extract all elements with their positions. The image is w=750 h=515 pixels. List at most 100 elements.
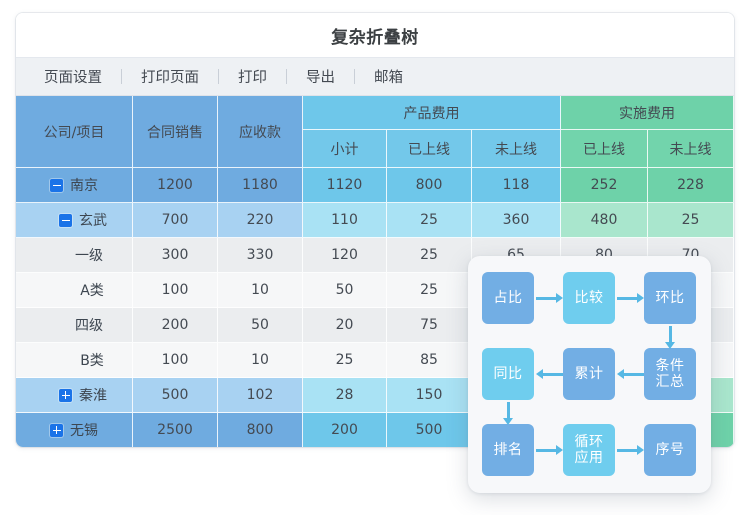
table-cell[interactable]: 102	[218, 378, 303, 413]
table-cell[interactable]: 75	[387, 308, 472, 343]
table-cell[interactable]: 25	[648, 203, 734, 238]
table-cell[interactable]: 300	[133, 238, 218, 273]
table-cell[interactable]: 50	[303, 273, 387, 308]
flow-node-tiaojian[interactable]: 条件 汇总	[644, 348, 696, 400]
table-cell[interactable]: 500	[387, 413, 472, 447]
flow-node-huanbi[interactable]: 环比	[644, 272, 696, 324]
flow-node-paiming[interactable]: 排名	[482, 424, 534, 476]
row-name-cell[interactable]: 玄武	[16, 203, 133, 238]
title-bar: 复杂折叠树	[16, 13, 734, 58]
table-cell[interactable]: 50	[218, 308, 303, 343]
table-cell[interactable]: 28	[303, 378, 387, 413]
row-name-label: A类	[80, 283, 104, 299]
row-name-label: 南京	[70, 178, 98, 194]
flow-node-xunhuan[interactable]: 循环 应用	[563, 424, 615, 476]
row-name-cell[interactable]: 四级	[16, 308, 133, 343]
col-header-online[interactable]: 已上线	[387, 130, 472, 168]
col-group-header-impl-cost[interactable]: 实施费用	[561, 96, 734, 130]
table-cell[interactable]: 500	[133, 378, 218, 413]
row-name-cell[interactable]: 秦淮	[16, 378, 133, 413]
table-cell[interactable]: 220	[218, 203, 303, 238]
toolbar-item-print-page[interactable]: 打印页面	[139, 66, 201, 87]
toolbar-item-page-setup[interactable]: 页面设置	[42, 66, 104, 87]
toolbar-item-print[interactable]: 打印	[236, 66, 269, 87]
toolbar-divider	[286, 69, 287, 84]
table-cell[interactable]: 800	[218, 413, 303, 447]
row-name-cell[interactable]: 无锡	[16, 413, 133, 447]
table-cell[interactable]: 20	[303, 308, 387, 343]
table-cell[interactable]: 1120	[303, 168, 387, 203]
table-cell[interactable]: 110	[303, 203, 387, 238]
flow-node-zhanbi[interactable]: 占比	[482, 272, 534, 324]
collapse-icon[interactable]	[50, 178, 63, 192]
col-header-company[interactable]: 公司/项目	[16, 96, 133, 168]
row-name-cell[interactable]: A类	[16, 273, 133, 308]
expand-icon[interactable]	[50, 423, 63, 437]
table-head: 公司/项目 合同销售 应收款 产品费用 实施费用 小计 已上线 未上线 已上线 …	[16, 96, 734, 168]
flow-node-label: 序号	[655, 442, 685, 458]
expand-icon[interactable]	[59, 388, 72, 402]
row-name-label: 四级	[75, 318, 103, 334]
table-cell[interactable]: 100	[133, 343, 218, 378]
flow-node-label: 同比	[493, 366, 523, 382]
table-cell[interactable]: 2500	[133, 413, 218, 447]
table-cell[interactable]: 25	[387, 203, 472, 238]
toolbar-divider	[354, 69, 355, 84]
table-cell[interactable]: 228	[648, 168, 734, 203]
toolbar-divider	[121, 69, 122, 84]
flow-arrowhead	[617, 369, 624, 379]
table-row[interactable]: 南京 1200 1180 1120 800 118 252 228	[16, 168, 734, 203]
col-header-impl-offline[interactable]: 未上线	[648, 130, 734, 168]
flow-node-xuhao[interactable]: 序号	[644, 424, 696, 476]
row-name-cell[interactable]: B类	[16, 343, 133, 378]
table-cell[interactable]: 480	[561, 203, 648, 238]
table-cell[interactable]: 85	[387, 343, 472, 378]
row-name-label: 无锡	[70, 423, 98, 439]
flow-node-label: 排名	[493, 442, 523, 458]
col-header-impl-online[interactable]: 已上线	[561, 130, 648, 168]
col-header-contract-sales[interactable]: 合同销售	[133, 96, 218, 168]
table-cell[interactable]: 25	[387, 273, 472, 308]
col-group-header-product-cost[interactable]: 产品费用	[303, 96, 561, 130]
table-cell[interactable]: 100	[133, 273, 218, 308]
table-cell[interactable]: 120	[303, 238, 387, 273]
toolbar-item-email[interactable]: 邮箱	[372, 66, 405, 87]
table-cell[interactable]: 1180	[218, 168, 303, 203]
flow-node-bijiao[interactable]: 比较	[563, 272, 615, 324]
row-name-cell[interactable]: 南京	[16, 168, 133, 203]
flow-node-label: 环比	[655, 290, 685, 306]
table-cell[interactable]: 200	[303, 413, 387, 447]
table-cell[interactable]: 700	[133, 203, 218, 238]
table-cell[interactable]: 360	[472, 203, 561, 238]
table-cell[interactable]: 25	[387, 238, 472, 273]
flow-node-tongbi[interactable]: 同比	[482, 348, 534, 400]
flow-arrow	[543, 372, 563, 376]
table-cell[interactable]: 800	[387, 168, 472, 203]
table-cell[interactable]: 330	[218, 238, 303, 273]
table-cell[interactable]: 118	[472, 168, 561, 203]
table-cell[interactable]: 25	[303, 343, 387, 378]
table-cell[interactable]: 1200	[133, 168, 218, 203]
row-name-cell[interactable]: 一级	[16, 238, 133, 273]
flow-diagram: 占比 比较 环比条件 汇总 累计 同比排名 循环 应用 序号	[482, 272, 697, 477]
table-cell[interactable]: 200	[133, 308, 218, 343]
col-header-subtotal[interactable]: 小计	[303, 130, 387, 168]
flow-node-label: 循环 应用	[574, 434, 604, 466]
flow-node-label: 条件 汇总	[655, 358, 685, 390]
table-cell[interactable]: 10	[218, 343, 303, 378]
table-cell[interactable]: 150	[387, 378, 472, 413]
flow-node-leiji[interactable]: 累计	[563, 348, 615, 400]
table-cell[interactable]: 10	[218, 273, 303, 308]
col-header-receivable[interactable]: 应收款	[218, 96, 303, 168]
collapse-icon[interactable]	[59, 213, 72, 227]
flow-arrowhead	[536, 369, 543, 379]
col-header-offline[interactable]: 未上线	[472, 130, 561, 168]
toolbar-divider	[218, 69, 219, 84]
flow-arrowhead	[503, 418, 513, 425]
table-cell[interactable]: 252	[561, 168, 648, 203]
row-name-label: 玄武	[79, 213, 107, 229]
flow-arrow	[668, 326, 672, 342]
flow-arrow	[617, 448, 637, 452]
toolbar-item-export[interactable]: 导出	[304, 66, 337, 87]
table-row[interactable]: 玄武 700 220 110 25 360 480 25	[16, 203, 734, 238]
